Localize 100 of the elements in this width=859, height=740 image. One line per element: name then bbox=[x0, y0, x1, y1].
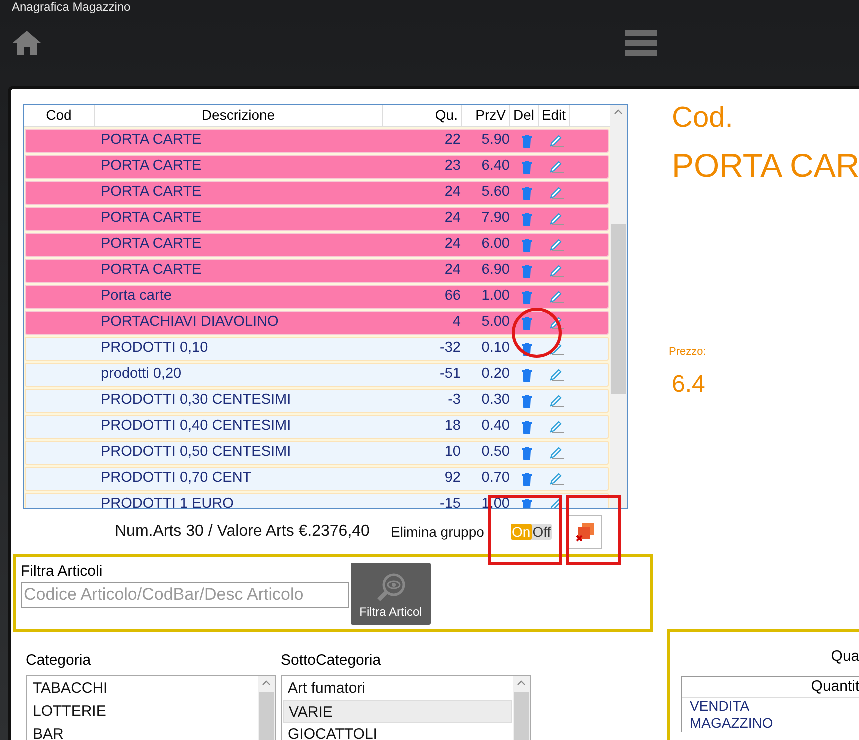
pencil-icon[interactable] bbox=[548, 160, 564, 174]
pencil-icon[interactable] bbox=[548, 368, 564, 382]
table-row[interactable]: PORTA CARTE 24 6.00 bbox=[25, 233, 609, 257]
column-header[interactable]: Cod bbox=[24, 105, 95, 126]
table-row[interactable]: PRODOTTI 0,70 CENT 92 0.70 bbox=[25, 467, 609, 491]
list-item[interactable]: Art fumatori bbox=[283, 676, 512, 700]
article-name: PORTA CAR bbox=[672, 146, 859, 186]
table-cell-text: VENDITA bbox=[689, 698, 751, 715]
quantity-cell-text: -51 bbox=[439, 365, 462, 384]
price-cell-text: 0.50 bbox=[480, 443, 511, 462]
price-cell-text: 0.40 bbox=[480, 417, 511, 436]
trash-icon[interactable] bbox=[522, 420, 532, 434]
scroll-up-icon[interactable] bbox=[262, 680, 271, 686]
scrollbar[interactable] bbox=[610, 105, 627, 508]
pencil-icon[interactable] bbox=[548, 212, 564, 226]
description-cell-text: PORTA CARTE bbox=[101, 183, 203, 202]
trash-icon[interactable] bbox=[522, 498, 532, 508]
pencil-icon[interactable] bbox=[548, 446, 564, 460]
table-row[interactable]: PRODOTTI 0,50 CENTESIMI 10 0.50 bbox=[25, 441, 609, 465]
price-cell-text: 6.90 bbox=[480, 261, 511, 280]
table-row[interactable]: Porta carte 66 1.00 bbox=[25, 285, 609, 309]
trash-icon[interactable] bbox=[522, 446, 532, 460]
pencil-icon[interactable] bbox=[548, 134, 564, 148]
pencil-icon[interactable] bbox=[548, 316, 564, 330]
description-cell-text: PRODOTTI 0,30 CENTESIMI bbox=[101, 391, 292, 410]
scroll-up-icon[interactable] bbox=[517, 680, 526, 686]
pencil-icon[interactable] bbox=[548, 472, 564, 486]
list-item[interactable]: LOTTERIE bbox=[28, 700, 257, 722]
price-cell-text: 5.00 bbox=[480, 313, 511, 332]
table-row[interactable]: PRODOTTI 0,30 CENTESIMI -3 0.30 bbox=[25, 389, 609, 413]
description-cell-text: PORTA CARTE bbox=[101, 235, 203, 254]
scroll-up-icon[interactable] bbox=[614, 109, 623, 115]
quantity-cell-text: -15 bbox=[439, 495, 462, 508]
column-header[interactable]: PrzV bbox=[462, 105, 510, 126]
description-cell-text: PORTA CARTE bbox=[101, 131, 203, 150]
scrollbar[interactable] bbox=[258, 676, 275, 740]
price-label: Prezzo: bbox=[669, 345, 708, 360]
pencil-icon[interactable] bbox=[548, 290, 564, 304]
summary-text: Num.Arts 30 / Valore Arts €.2376,40 bbox=[115, 522, 371, 542]
code-label: Cod. bbox=[672, 101, 734, 136]
filter-input[interactable]: Codice Articolo/CodBar/Desc Articolo bbox=[21, 582, 349, 608]
pencil-icon[interactable] bbox=[548, 264, 564, 278]
description-cell-text: PORTA CARTE bbox=[101, 157, 203, 176]
menu-icon[interactable] bbox=[625, 30, 657, 56]
column-header[interactable]: Del bbox=[510, 105, 539, 126]
pencil-icon[interactable] bbox=[548, 238, 564, 252]
description-cell-text: PRODOTTI 0,40 CENTESIMI bbox=[101, 417, 292, 436]
price-cell-text: 6.00 bbox=[480, 235, 511, 254]
group-delete-button[interactable] bbox=[568, 515, 602, 549]
quantity-cell-text: 24 bbox=[444, 261, 462, 280]
price-cell-text: 0.20 bbox=[480, 365, 511, 384]
trash-icon[interactable] bbox=[522, 342, 532, 356]
trash-icon[interactable] bbox=[522, 394, 532, 408]
quantity-cell-text: 66 bbox=[444, 287, 462, 306]
column-header[interactable]: Qu. bbox=[383, 105, 462, 126]
price-value: 6.4 bbox=[672, 370, 706, 400]
pencil-icon[interactable] bbox=[548, 186, 564, 200]
list-label: Categoria bbox=[26, 651, 92, 671]
filter-button[interactable]: Filtra Articol bbox=[351, 563, 431, 625]
description-cell-text: PRODOTTI 0,10 bbox=[101, 339, 210, 358]
list-item[interactable]: BAR bbox=[28, 722, 257, 740]
description-cell-text: PRODOTTI 0,50 CENTESIMI bbox=[101, 443, 292, 462]
table-row[interactable]: PORTA CARTE 24 7.90 bbox=[25, 207, 609, 231]
quantity-cell-text: 10 bbox=[444, 443, 462, 462]
pencil-icon[interactable] bbox=[548, 420, 564, 434]
quantity-cell-text: -3 bbox=[447, 391, 462, 410]
price-cell-text: 6.40 bbox=[480, 157, 511, 176]
column-header[interactable]: Edit bbox=[539, 105, 570, 126]
home-icon[interactable] bbox=[12, 30, 42, 56]
price-cell-text: 7.90 bbox=[480, 209, 511, 228]
delete-copies-icon bbox=[575, 522, 596, 542]
window-title: Anagrafica Magazzino bbox=[12, 0, 131, 14]
price-cell-text: 5.90 bbox=[480, 131, 511, 150]
table-row[interactable]: PORTA CARTE 23 6.40 bbox=[25, 155, 609, 179]
trash-icon[interactable] bbox=[522, 472, 532, 486]
pencil-icon[interactable] bbox=[548, 342, 564, 356]
pencil-icon[interactable] bbox=[548, 394, 564, 408]
table-row[interactable]: PORTA CARTE 24 6.90 bbox=[25, 259, 609, 283]
filter-label: Filtra Articoli bbox=[21, 563, 104, 580]
table-row[interactable]: prodotti 0,20 -51 0.20 bbox=[25, 363, 609, 387]
table-row[interactable]: PORTA CARTE 22 5.90 bbox=[25, 129, 609, 153]
table-row[interactable]: PRODOTTI 0,10 -32 0.10 bbox=[25, 337, 609, 361]
quantity-cell-text: 92 bbox=[444, 469, 462, 488]
table-row[interactable]: PORTA CARTE 24 5.60 bbox=[25, 181, 609, 205]
trash-icon[interactable] bbox=[522, 368, 532, 382]
quantity-cell-text: 18 bbox=[444, 417, 462, 436]
column-header[interactable]: Descrizione bbox=[95, 105, 383, 126]
eye-search-icon bbox=[376, 573, 406, 603]
list-item[interactable]: VARIE bbox=[283, 700, 512, 722]
table-row[interactable]: PORTACHIAVI DIAVOLINO 4 5.00 bbox=[25, 311, 609, 335]
list-label: SottoCategoria bbox=[281, 651, 382, 671]
list-item[interactable]: GIOCATTOLI bbox=[283, 722, 512, 740]
price-cell-text: 0.30 bbox=[480, 391, 511, 410]
scrollbar[interactable] bbox=[513, 676, 530, 740]
description-cell-text: PRODOTTI 1 EURO bbox=[101, 495, 235, 508]
quantity-cell-text: 22 bbox=[444, 131, 462, 150]
table-cell-text: MAGAZZINO bbox=[689, 715, 774, 732]
table-row[interactable]: PRODOTTI 0,40 CENTESIMI 18 0.40 bbox=[25, 415, 609, 439]
group-delete-toggle[interactable]: On Off bbox=[511, 524, 552, 540]
list-item[interactable]: TABACCHI bbox=[28, 676, 257, 700]
